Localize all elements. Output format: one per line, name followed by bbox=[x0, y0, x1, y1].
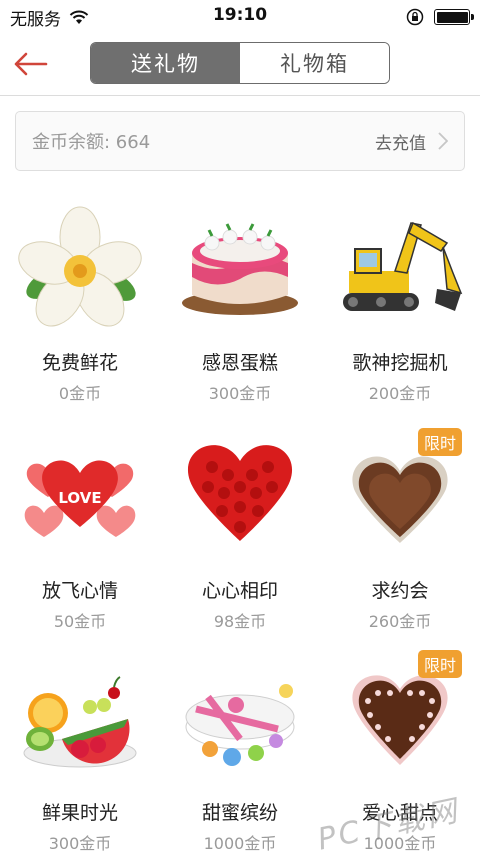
tab-gift-box[interactable]: 礼物箱 bbox=[240, 43, 389, 83]
gift-item[interactable]: LOVE 放飞心情 50金币 bbox=[0, 428, 160, 648]
rotation-lock-icon bbox=[406, 8, 424, 26]
svg-text:LOVE: LOVE bbox=[58, 489, 101, 507]
gift-item[interactable]: 感恩蛋糕 300金币 bbox=[160, 200, 320, 420]
recharge-link[interactable]: 去充值 bbox=[375, 129, 448, 154]
chevron-right-icon bbox=[438, 132, 448, 150]
coin-balance-label: 金币余额: 664 bbox=[32, 132, 151, 153]
gift-price: 98金币 bbox=[213, 612, 267, 631]
rose-heart-icon bbox=[170, 428, 310, 558]
gift-price: 50金币 bbox=[53, 612, 107, 631]
gift-price: 1000金币 bbox=[203, 834, 277, 852]
gift-item[interactable]: 限时 求约会 260金币 bbox=[320, 428, 480, 648]
segmented-control: 送礼物 礼物箱 bbox=[90, 42, 390, 84]
gift-price: 300金币 bbox=[48, 834, 112, 852]
gift-item[interactable]: 免费鲜花 0金币 bbox=[0, 200, 160, 420]
candy-box-icon bbox=[170, 650, 310, 780]
fruit-platter-icon bbox=[10, 650, 150, 780]
gift-name: 心心相印 bbox=[201, 580, 278, 602]
limited-badge: 限时 bbox=[417, 650, 462, 678]
limited-badge: 限时 bbox=[417, 428, 462, 456]
recharge-label: 去充值 bbox=[375, 133, 426, 154]
gift-item[interactable]: 鲜果时光 300金币 bbox=[0, 650, 160, 852]
gift-item[interactable]: 歌神挖掘机 200金币 bbox=[320, 200, 480, 420]
status-right bbox=[406, 8, 474, 26]
cake-icon bbox=[170, 200, 310, 330]
gift-item[interactable]: 心心相印 98金币 bbox=[160, 428, 320, 648]
gift-price: 260金币 bbox=[368, 612, 432, 631]
flower-icon bbox=[10, 200, 150, 330]
gift-name: 求约会 bbox=[371, 580, 429, 602]
back-arrow-icon bbox=[14, 52, 48, 76]
heart-balloons-icon: LOVE bbox=[10, 428, 150, 558]
gift-name: 鲜果时光 bbox=[41, 802, 118, 824]
tab-send-gift[interactable]: 送礼物 bbox=[91, 43, 240, 83]
gift-price: 300金币 bbox=[208, 384, 272, 403]
gift-name: 放飞心情 bbox=[41, 580, 118, 602]
gift-price: 200金币 bbox=[368, 384, 432, 403]
gift-name: 歌神挖掘机 bbox=[352, 352, 448, 374]
coin-balance-bar[interactable]: 金币余额: 664 去充值 bbox=[15, 111, 465, 171]
gift-price: 0金币 bbox=[58, 384, 102, 403]
gift-name: 甜蜜缤纷 bbox=[201, 802, 278, 824]
gift-item[interactable]: 甜蜜缤纷 1000金币 bbox=[160, 650, 320, 852]
excavator-icon bbox=[330, 200, 470, 330]
battery-icon bbox=[434, 9, 474, 25]
back-button[interactable] bbox=[10, 46, 50, 82]
gift-name: 感恩蛋糕 bbox=[201, 352, 278, 374]
gift-name: 免费鲜花 bbox=[41, 352, 118, 374]
status-bar: 无服务 19:10 bbox=[0, 0, 480, 34]
nav-bar: 送礼物 礼物箱 bbox=[0, 34, 480, 96]
